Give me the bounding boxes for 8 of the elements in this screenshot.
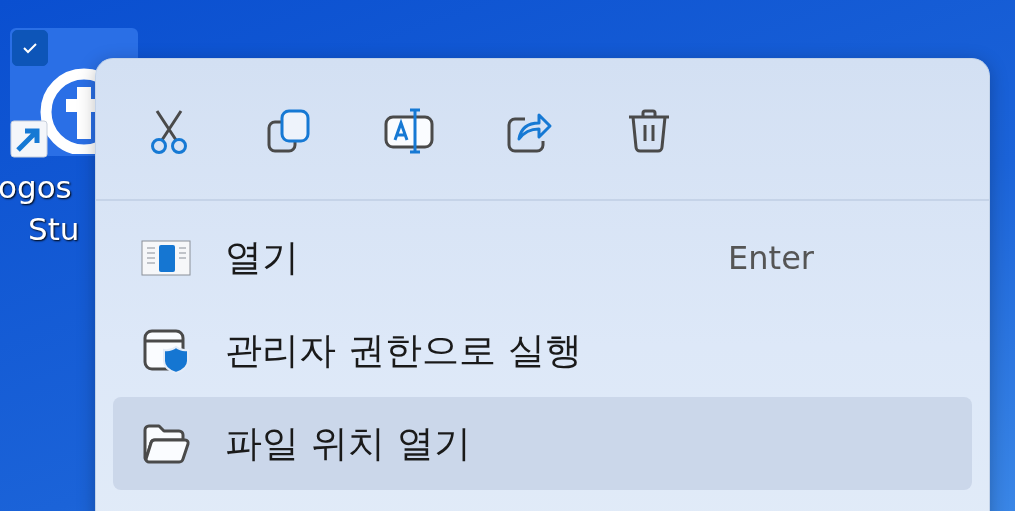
menu-item[interactable]: 파일 위치 열기 (113, 397, 972, 490)
shortcut-label: ogos (0, 168, 73, 207)
shortcut-label: Stu (27, 210, 80, 249)
app-window-icon (139, 237, 193, 278)
checkbox[interactable] (12, 30, 48, 66)
shortcut-text: Enter (728, 238, 814, 277)
menu-item[interactable]: 열기 Enter (113, 211, 972, 304)
menu-item[interactable]: 관리자 권한으로 실행 (113, 304, 972, 397)
